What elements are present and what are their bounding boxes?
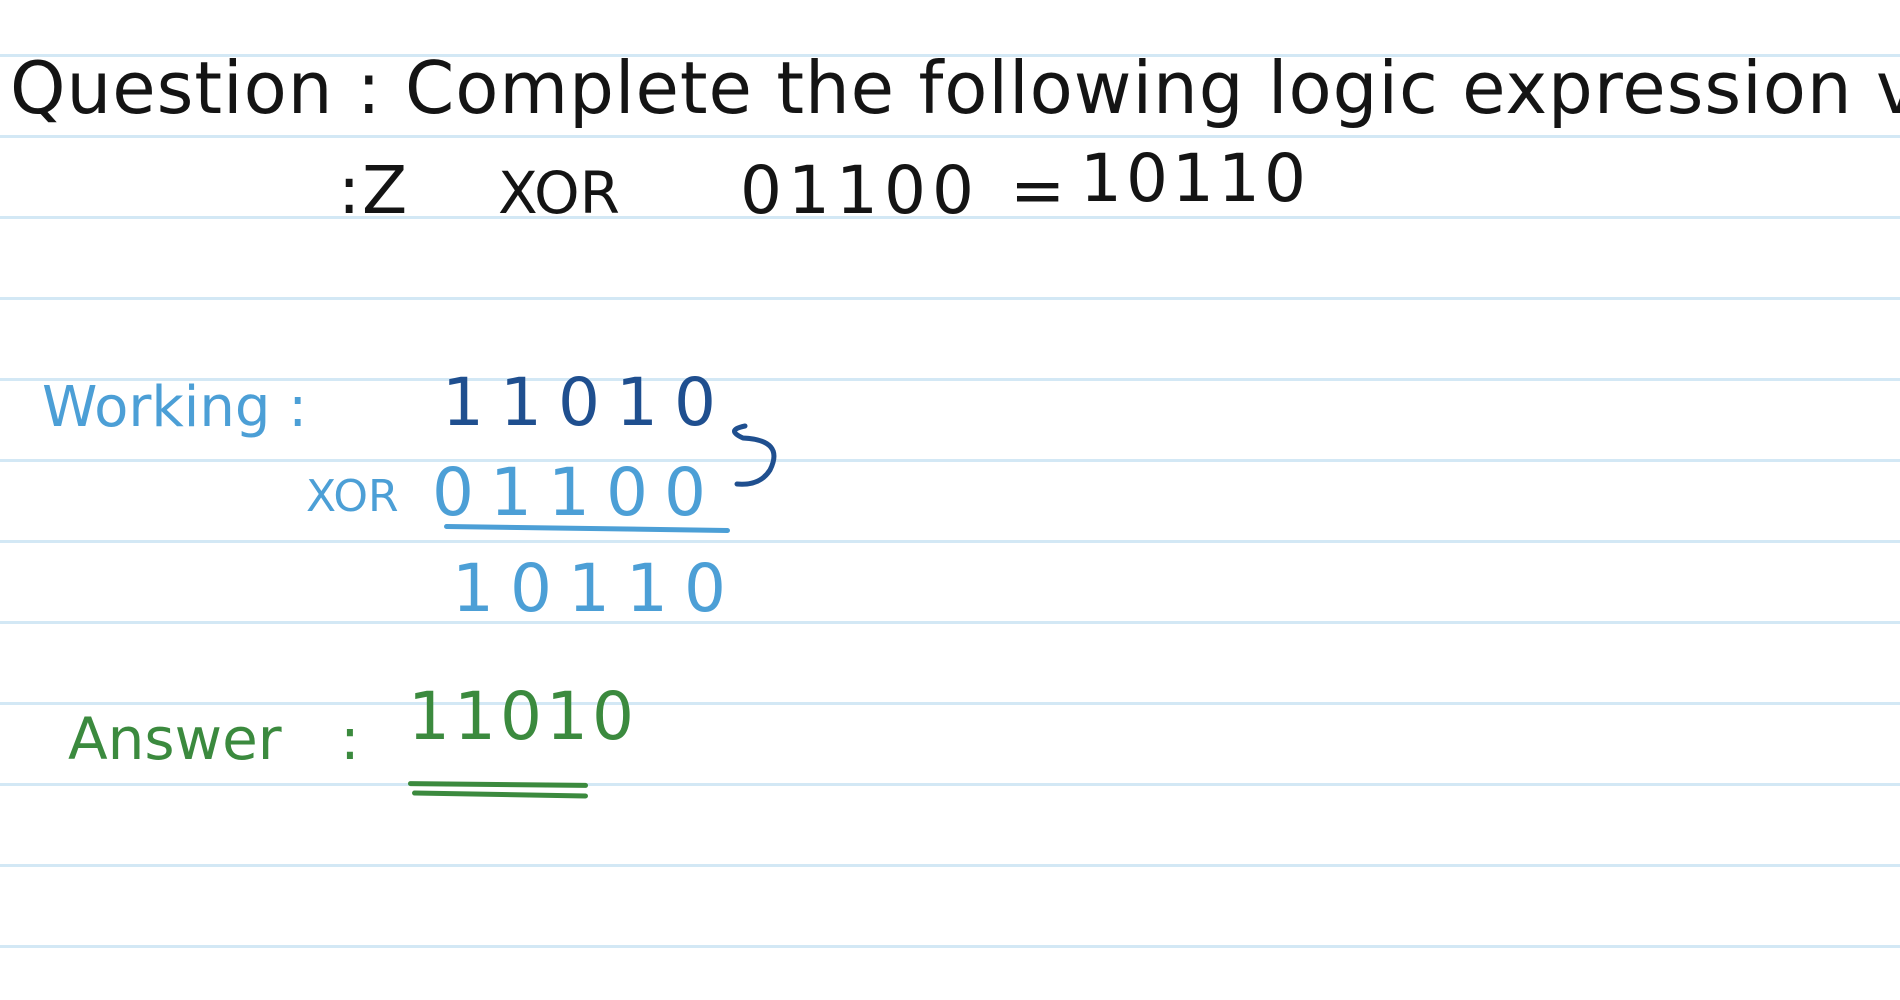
answer-label-group: Answer : xyxy=(68,710,360,768)
answer-underline-second xyxy=(411,790,589,799)
question-separator: : xyxy=(356,46,382,130)
working-top-row: 11010 xyxy=(442,364,732,441)
working-separator: : xyxy=(288,375,308,440)
question-line: Question : Complete the following logic … xyxy=(10,52,1900,124)
answer-value: 11010 xyxy=(408,678,638,755)
working-label: Working xyxy=(42,375,271,440)
expression-result: 10110 xyxy=(1080,140,1310,217)
working-operator: XOR xyxy=(306,471,399,522)
question-label: Question xyxy=(10,46,334,130)
notebook-page: Question : Complete the following logic … xyxy=(0,0,1900,1000)
expression-equals: = xyxy=(1010,152,1066,229)
expression-operand: 01100 xyxy=(740,152,980,229)
answer-separator: : xyxy=(340,705,360,773)
answer-underline xyxy=(407,781,589,788)
expression-operator: XOR xyxy=(498,159,620,227)
working-operand: 01100 xyxy=(432,454,722,531)
swap-arrow-icon xyxy=(732,423,777,487)
answer-label: Answer xyxy=(68,705,282,773)
question-text: Complete the following logic expression … xyxy=(405,46,1900,130)
working-label-group: Working : xyxy=(42,380,307,436)
working-result: 10110 xyxy=(452,550,742,627)
expression-prefix: : xyxy=(338,152,361,229)
expression-variable: Z xyxy=(362,152,408,229)
